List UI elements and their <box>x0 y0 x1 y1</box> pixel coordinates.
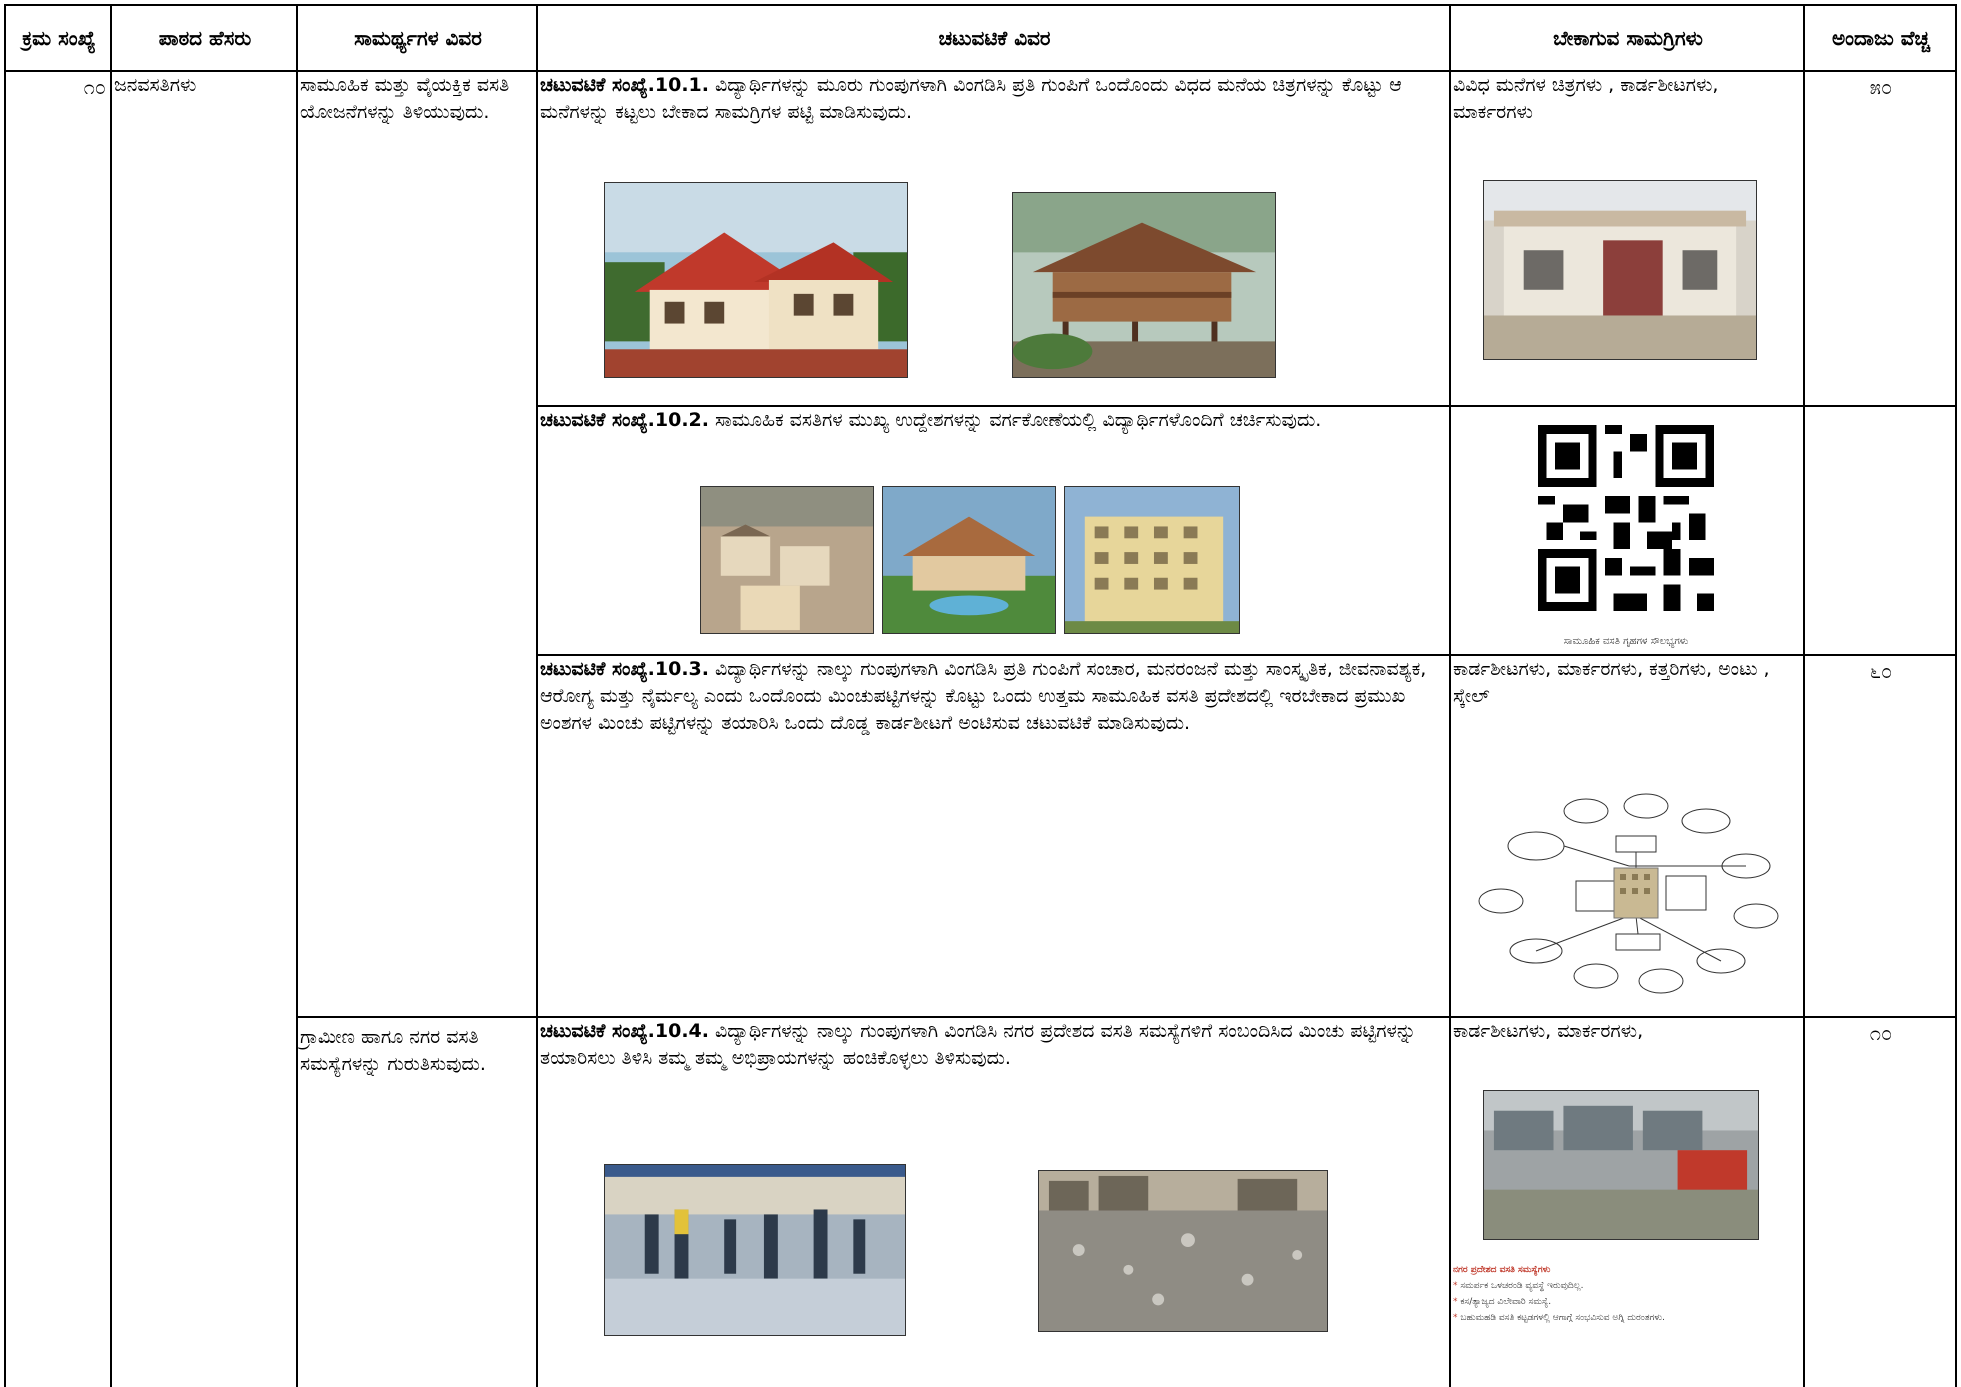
col-border-1 <box>110 4 112 1387</box>
resort-villa-photo <box>882 486 1056 634</box>
apartment-block-photo <box>1064 486 1240 634</box>
flooded-street-crowd-photo <box>604 1164 906 1336</box>
urban-housing-problems-card: ನಗರ ಪ್ರದೇಶದ ವಸತಿ ಸಮಸ್ಯೆಗಳು * ಸಮರ್ಪಕ ಒಳಚರ… <box>1453 1262 1753 1326</box>
urban-slum-photo <box>1483 1090 1759 1240</box>
activity-10-2-text: ಚಟುವಟಿಕೆ ಸಂಖ್ಯೆ.10.2. ಸಾಮೂಹಿಕ ವಸತಿಗಳ ಮುಖ… <box>540 409 1322 431</box>
row-sl-no: ೧೦ <box>83 75 106 99</box>
activity-10-4-label: ಚಟುವಟಿಕೆ ಸಂಖ್ಯೆ.10.4. <box>540 1020 709 1042</box>
housing-estate-photo <box>700 486 874 634</box>
header-competency: ಸಾಮರ್ಥ್ಯಗಳ ವಿವರ <box>354 26 482 50</box>
col-border-4 <box>1449 4 1451 1387</box>
activity-10-3-label: ಚಟುವಟಿಕೆ ಸಂಖ್ಯೆ.10.3. <box>540 658 709 680</box>
header-materials: ಬೇಕಾಗುವ ಸಾಮಗ್ರಿಗಳು <box>1553 26 1703 50</box>
urban-problem-item: * ಬಹುಮಹಡಿ ವಸತಿ ಕಟ್ಟಡಗಳಲ್ಲಿ ಆಗಾಗ್ಗೆ ಸಂಭವಿ… <box>1453 1313 1666 1323</box>
qr-code-image[interactable] <box>1538 425 1714 611</box>
wooden-hut-photo <box>1012 192 1276 378</box>
col-border-2 <box>296 4 298 1387</box>
competency-1: ಸಾಮೂಹಿಕ ಮತ್ತು ವೈಯಕ್ತಿಕ ವಸತಿ ಯೋಜನೆಗಳನ್ನು … <box>300 74 510 123</box>
col-border-0 <box>4 4 6 1387</box>
competency-2: ಗ್ರಾಮೀಣ ಹಾಗೂ ನಗರ ವಸತಿ ಸಮಸ್ಯೆಗಳನ್ನು ಗುರುತ… <box>300 1026 486 1075</box>
materials-10-4: ಕಾರ್ಡಶೀಟಗಳು, ಮಾರ್ಕರಗಳು, <box>1453 1020 1644 1042</box>
materials-10-1: ವಿವಿಧ ಮನೆಗಳ ಚಿತ್ರಗಳು , ಕಾರ್ಡಶೀಟಗಳು, ಮಾರ್… <box>1453 74 1719 123</box>
bungalow-photo <box>1483 180 1757 360</box>
urban-problem-item: * ಸಮರ್ಪಕ ಒಳಚರಂಡಿ ವ್ಯವಸ್ಥೆ ಇರುವುದಿಲ್ಲ. <box>1453 1281 1584 1291</box>
header-cost: ಅಂದಾಜು ವೆಚ್ಚ <box>1831 26 1931 50</box>
villa-house-photo <box>604 182 908 378</box>
activity-10-4-text: ಚಟುವಟಿಕೆ ಸಂಖ್ಯೆ.10.4. ವಿದ್ಯಾರ್ಥಿಗಳನ್ನು ನ… <box>540 1020 1417 1069</box>
cost-10-4: ೧೦ <box>1869 1021 1893 1045</box>
header-lesson-name: ಪಾಠದ ಹೆಸರು <box>158 26 252 50</box>
materials-10-3: ಕಾರ್ಡಶೀಟಗಳು, ಮಾರ್ಕರಗಳು, ಕತ್ತರಿಗಳು, ಅಂಟು … <box>1453 658 1770 707</box>
cost-10-1: ೫೦ <box>1869 75 1893 99</box>
col-border-6 <box>1955 4 1957 1387</box>
header-sl-no: ಕ್ರಮ ಸಂಖ್ಯೆ <box>22 26 96 50</box>
activity-10-2-label: ಚಟುವಟಿಕೆ ಸಂಖ್ಯೆ.10.2. <box>540 409 709 431</box>
mind-map-diagram <box>1476 786 1782 998</box>
col-border-3 <box>536 4 538 1387</box>
qr-caption: ಸಾಮೂಹಿಕ ವಸತಿ ಗೃಹಗಳ ಸೌಲಭ್ಯಗಳು <box>1563 636 1689 647</box>
activity-10-1-text: ಚಟುವಟಿಕೆ ಸಂಖ್ಯೆ.10.1. ವಿದ್ಯಾರ್ಥಿಗಳನ್ನು ಮ… <box>540 74 1402 123</box>
activity-10-3-text: ಚಟುವಟಿಕೆ ಸಂಖ್ಯೆ.10.3. ವಿದ್ಯಾರ್ಥಿಗಳನ್ನು ನ… <box>540 658 1427 734</box>
urban-housing-problems-title: ನಗರ ಪ್ರದೇಶದ ವಸತಿ ಸಮಸ್ಯೆಗಳು <box>1453 1265 1551 1275</box>
activity-10-1-label: ಚಟುವಟಿಕೆ ಸಂಖ್ಯೆ.10.1. <box>540 74 709 96</box>
row-lesson-name: ಜನವಸತಿಗಳು <box>114 74 197 96</box>
urban-problem-item: * ಕಸ/ತ್ಯಾಜ್ಯದ ವಿಲೇವಾರಿ ಸಮಸ್ಯೆ. <box>1453 1297 1552 1307</box>
col-border-5 <box>1803 4 1805 1387</box>
cost-10-3: ೬೦ <box>1869 659 1893 683</box>
header-activity: ಚಟುವಟಿಕೆ ವಿವರ <box>938 26 1051 50</box>
garbage-canal-photo <box>1038 1170 1328 1332</box>
